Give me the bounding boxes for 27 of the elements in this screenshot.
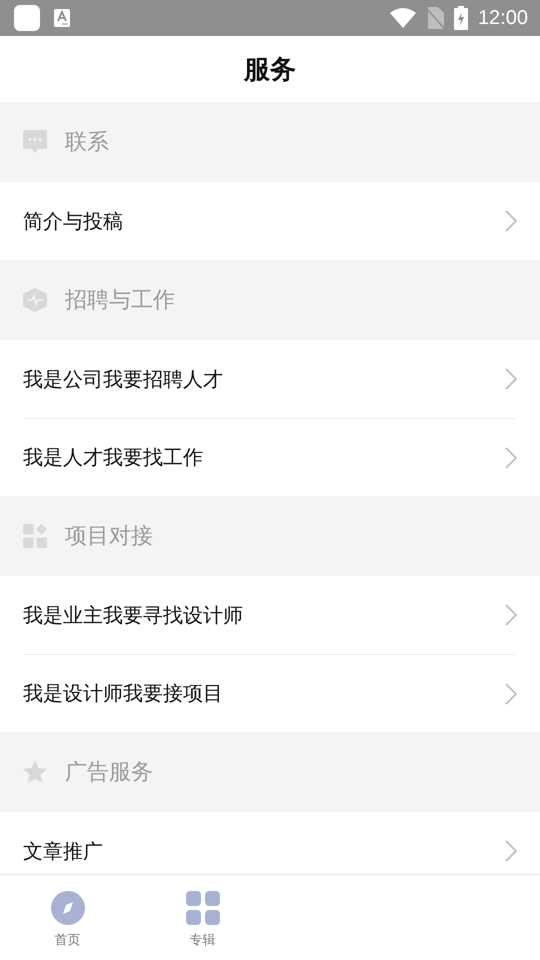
star-icon <box>23 760 47 784</box>
compass-icon[interactable] <box>50 890 84 924</box>
notification-icon <box>54 9 70 27</box>
page-title: 服务 <box>244 54 296 86</box>
chevron-right-icon <box>505 840 517 862</box>
chevron-right-icon <box>505 604 517 626</box>
chevron-right-icon <box>505 210 517 232</box>
grid-icon[interactable] <box>186 890 220 924</box>
section-title: 广告服务 <box>65 759 153 787</box>
chevron-right-icon <box>505 446 517 468</box>
battery-icon <box>454 6 468 30</box>
list-item[interactable]: 我是公司我要招聘人才 <box>23 340 517 418</box>
section-title: 联系 <box>65 129 109 157</box>
wifi-icon <box>390 8 416 28</box>
chevron-right-icon <box>505 682 517 704</box>
list-item[interactable]: 我是业主我要寻找设计师 <box>23 576 517 654</box>
chevron-right-icon <box>505 368 517 390</box>
apps-icon <box>23 524 47 548</box>
app-icon <box>14 5 40 31</box>
section-title: 项目对接 <box>65 523 153 551</box>
no-sim-icon <box>426 7 444 29</box>
section-title: 招聘与工作 <box>65 287 175 315</box>
tab-label[interactable]: 专辑 <box>190 930 216 948</box>
heartbeat-hexagon-icon <box>23 288 47 312</box>
chat-bubble-icon <box>23 130 47 154</box>
clock: 12:00 <box>478 6 528 30</box>
tab-label[interactable]: 首页 <box>54 930 80 948</box>
